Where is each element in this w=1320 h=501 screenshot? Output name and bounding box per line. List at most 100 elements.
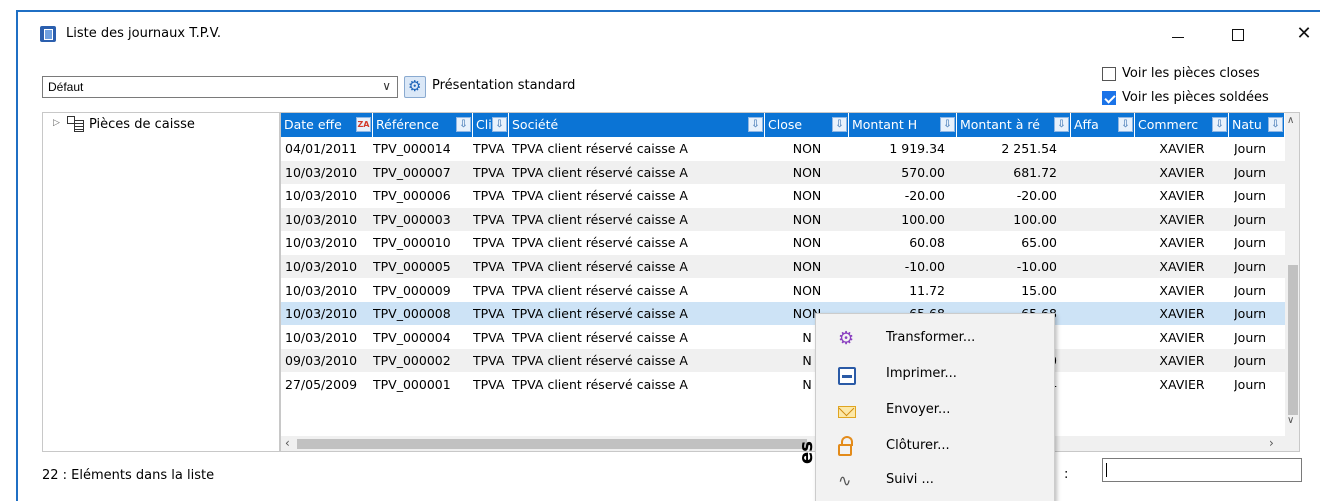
- table-row[interactable]: 10/03/2010 TPV_000009 TPVA TPVA client rése…: [281, 278, 1285, 302]
- table-row[interactable]: 27/05/2009 TPV_000001 TPVA TPVA client rése…: [281, 373, 1285, 396]
- table-cell: TPVA client réservé caisse A: [512, 329, 688, 345]
- sort-za-icon[interactable]: ZA: [356, 117, 371, 132]
- vertical-scroll-thumb[interactable]: [1288, 265, 1298, 415]
- presentation-settings-button[interactable]: [404, 76, 426, 98]
- table-row[interactable]: 10/03/2010 TPV_000008 TPVA TPVA client rése…: [281, 302, 1285, 326]
- column-header[interactable]: Close ⇩: [765, 113, 849, 137]
- table-cell: TPV_000005: [373, 259, 451, 274]
- filter-arrow-icon[interactable]: ⇩: [940, 117, 955, 132]
- column-header[interactable]: Montant à ré ⇩: [957, 113, 1071, 137]
- table-cell: [1071, 349, 1135, 372]
- column-header-label: Référence: [376, 117, 439, 132]
- table-cell: NON: [792, 141, 822, 156]
- menu-item-follow[interactable]: Suivi ...: [816, 464, 1056, 498]
- table-cell: TPVA: [473, 141, 505, 156]
- table-row[interactable]: 04/01/2011 TPV_000014 TPVA TPVA client rése…: [281, 137, 1285, 160]
- scroll-up-icon[interactable]: ∧: [1287, 115, 1294, 126]
- table-cell: TPVA: [473, 306, 505, 322]
- filter-arrow-icon[interactable]: ⇩: [748, 117, 763, 132]
- table-cell: NON: [792, 282, 822, 298]
- table-cell: 04/01/2011: [285, 141, 358, 156]
- vertical-scrollbar[interactable]: ∧ ∨: [1285, 113, 1299, 451]
- table-cell: TPVA client réservé caisse A: [512, 282, 688, 298]
- table-cell: TPV_000009: [373, 282, 451, 298]
- table-cell: NON: [792, 211, 822, 227]
- column-header-label: Montant H: [852, 117, 918, 132]
- table-cell: -20.00: [1016, 188, 1057, 204]
- table-cell: TPV_000006: [373, 188, 451, 204]
- view-select[interactable]: Défaut ∨: [42, 76, 398, 98]
- column-header[interactable]: Date effe ZA: [281, 113, 373, 137]
- scroll-right-icon[interactable]: ›: [1269, 436, 1274, 450]
- table-cell: XAVIER: [1159, 188, 1205, 204]
- table-cell: TPVA: [473, 211, 505, 227]
- chevron-down-icon[interactable]: ∨: [382, 79, 391, 93]
- filter-arrow-icon[interactable]: ⇩: [1268, 117, 1283, 132]
- show-closed-checkbox[interactable]: [1102, 67, 1116, 81]
- table-cell: 10/03/2010: [285, 329, 358, 345]
- table-cell: XAVIER: [1159, 306, 1205, 322]
- column-header-label: Montant à ré: [960, 117, 1040, 132]
- horizontal-scroll-thumb[interactable]: [297, 439, 807, 449]
- close-button[interactable]: ✕: [1284, 20, 1320, 48]
- table-cell: TPV_000001: [373, 377, 451, 392]
- menu-item-label: Envoyer...: [886, 402, 951, 417]
- column-header[interactable]: Clie ⇩: [473, 113, 509, 137]
- show-settled-checkbox[interactable]: [1102, 91, 1116, 105]
- table-cell: [1071, 184, 1135, 207]
- menu-item-transform[interactable]: Transformer...: [816, 322, 1056, 356]
- column-header[interactable]: Commerc ⇩: [1135, 113, 1229, 137]
- table-cell: XAVIER: [1159, 235, 1205, 251]
- column-header[interactable]: Affa ⇩: [1071, 113, 1135, 137]
- table-cell: Journ: [1234, 377, 1267, 392]
- table-row[interactable]: 09/03/2010 TPV_000002 TPVA TPVA client rése…: [281, 349, 1285, 373]
- quick-search-input[interactable]: [1102, 458, 1302, 482]
- table-cell: Journ: [1234, 164, 1267, 180]
- table-cell: 10/03/2010: [285, 306, 358, 322]
- minimize-button[interactable]: [1158, 20, 1198, 48]
- table-row[interactable]: 10/03/2010 TPV_000005 TPVA TPVA client rése…: [281, 255, 1285, 278]
- show-settled-label[interactable]: Voir les pièces soldées: [1122, 90, 1269, 105]
- menu-item-label: Suivi ...: [886, 472, 934, 487]
- table-cell: TPV_000008: [373, 306, 451, 322]
- scroll-down-icon[interactable]: ∨: [1287, 415, 1294, 426]
- table-row[interactable]: 10/03/2010 TPV_000004 TPVA TPVA client rése…: [281, 325, 1285, 349]
- table-row[interactable]: 10/03/2010 TPV_000003 TPVA TPVA client rése…: [281, 207, 1285, 231]
- table-row[interactable]: 10/03/2010 TPV_000006 TPVA TPVA client rése…: [281, 184, 1285, 208]
- horizontal-scrollbar[interactable]: ‹ ›: [281, 436, 1285, 451]
- maximize-button[interactable]: [1218, 20, 1258, 48]
- expand-arrow-icon[interactable]: ▷: [53, 118, 60, 128]
- column-header[interactable]: Natu ⇩: [1229, 113, 1285, 137]
- table-cell: Journ: [1234, 141, 1267, 156]
- column-header[interactable]: Montant H ⇩: [849, 113, 957, 137]
- filter-arrow-icon[interactable]: ⇩: [456, 117, 471, 132]
- tree-item-pieces-de-caisse[interactable]: Pièces de caisse: [89, 117, 195, 132]
- table-cell: 10/03/2010: [285, 235, 358, 251]
- filter-arrow-icon[interactable]: ⇩: [1212, 117, 1227, 132]
- scroll-left-icon[interactable]: ‹: [285, 436, 290, 450]
- table-cell: [1071, 231, 1135, 254]
- column-header[interactable]: Référence ⇩: [373, 113, 473, 137]
- partial-side-label: es: [796, 441, 817, 464]
- menu-item-send[interactable]: Envoyer...: [816, 394, 1056, 428]
- column-header-label: Close: [768, 117, 803, 132]
- send-mail-icon: [838, 406, 856, 418]
- table-cell: 10/03/2010: [285, 164, 358, 180]
- table-cell: TPVA client réservé caisse A: [512, 188, 688, 204]
- table-row[interactable]: 10/03/2010 TPV_000007 TPVA TPVA client rése…: [281, 160, 1285, 184]
- table-cell: TPVA: [473, 377, 505, 392]
- filter-arrow-icon[interactable]: ⇩: [1054, 117, 1069, 132]
- table-row[interactable]: 10/03/2010 TPV_000010 TPVA TPVA client rése…: [281, 231, 1285, 255]
- column-header-label: Affa: [1074, 117, 1099, 132]
- column-header[interactable]: Société ⇩: [509, 113, 765, 137]
- show-closed-label[interactable]: Voir les pièces closes: [1122, 66, 1260, 81]
- filter-arrow-icon[interactable]: ⇩: [1118, 117, 1133, 132]
- item-count-status: 22 : Eléments dans la liste: [42, 468, 215, 483]
- filter-arrow-icon[interactable]: ⇩: [832, 117, 847, 132]
- table-cell: 10/03/2010: [285, 211, 358, 227]
- filter-arrow-icon[interactable]: ⇩: [492, 117, 507, 132]
- table-cell: TPVA: [473, 353, 505, 369]
- menu-item-print[interactable]: Imprimer...: [816, 358, 1056, 392]
- journal-grid: Date effe ZA Référence ⇩ Clie ⇩ Société ⇩ Close ⇩…: [280, 112, 1300, 452]
- menu-item-close-doc[interactable]: Clôturer...: [816, 430, 1056, 464]
